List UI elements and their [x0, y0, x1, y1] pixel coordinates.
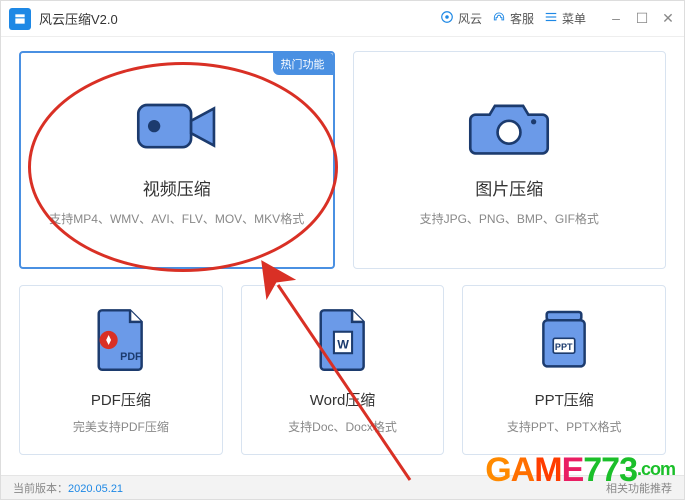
card-video-title: 视频压缩: [143, 175, 211, 200]
status-right: 相关功能推荐: [606, 480, 672, 496]
titlebar: 风云压缩V2.0 风云 客服 菜单 –: [1, 1, 684, 37]
svg-text:PDF: PDF: [120, 351, 142, 363]
menu-label: 菜单: [562, 10, 586, 27]
version-value: 2020.05.21: [68, 483, 123, 495]
minimize-button[interactable]: –: [608, 10, 624, 27]
app-title: 风云压缩V2.0: [39, 9, 440, 28]
card-ppt-compress[interactable]: PPT PPT压缩 支持PPT、PPTX格式: [462, 285, 666, 455]
maximize-button[interactable]: ☐: [634, 10, 650, 27]
video-icon: [133, 95, 221, 159]
card-ppt-sub: 支持PPT、PPTX格式: [507, 418, 622, 435]
header-right: 风云 客服 菜单 – ☐ ✕: [440, 10, 676, 27]
card-pdf-title: PDF压缩: [91, 389, 151, 410]
pdf-icon: PDF: [91, 307, 151, 373]
card-word-sub: 支持Doc、Docx格式: [288, 418, 397, 435]
card-image-compress[interactable]: 图片压缩 支持JPG、PNG、BMP、GIF格式: [353, 51, 667, 269]
version-text: 当前版本：2020.05.21: [13, 480, 123, 496]
svg-text:PPT: PPT: [555, 342, 573, 352]
card-video-sub: 支持MP4、WMV、AVI、FLV、MOV、MKV格式: [49, 210, 304, 227]
card-pdf-sub: 完美支持PDF压缩: [73, 418, 169, 435]
window-controls: – ☐ ✕: [608, 10, 676, 27]
target-icon: [440, 10, 454, 27]
statusbar: 当前版本：2020.05.21 相关功能推荐: [1, 475, 684, 499]
ppt-icon: PPT: [534, 307, 594, 373]
card-pdf-compress[interactable]: PDF PDF压缩 完美支持PDF压缩: [19, 285, 223, 455]
card-word-compress[interactable]: W Word压缩 支持Doc、Docx格式: [241, 285, 445, 455]
content-area: 热门功能 视频压缩 支持MP4、WMV、AVI、FLV、MOV、MKV格式: [1, 37, 684, 475]
card-image-title: 图片压缩: [475, 175, 543, 200]
card-ppt-title: PPT压缩: [535, 389, 594, 410]
hot-badge: 热门功能: [273, 53, 333, 75]
kefu-link[interactable]: 客服: [492, 10, 534, 27]
app-icon: [9, 8, 31, 30]
version-label: 当前版本：: [13, 483, 68, 495]
app-window: 风云压缩V2.0 风云 客服 菜单 –: [0, 0, 685, 500]
close-button[interactable]: ✕: [660, 10, 676, 27]
fengyun-label: 风云: [458, 10, 482, 27]
row-1: 热门功能 视频压缩 支持MP4、WMV、AVI、FLV、MOV、MKV格式: [19, 51, 666, 269]
fengyun-link[interactable]: 风云: [440, 10, 482, 27]
card-video-compress[interactable]: 热门功能 视频压缩 支持MP4、WMV、AVI、FLV、MOV、MKV格式: [19, 51, 335, 269]
headset-icon: [492, 10, 506, 27]
card-image-sub: 支持JPG、PNG、BMP、GIF格式: [420, 210, 599, 227]
card-word-title: Word压缩: [310, 389, 376, 410]
row-2: PDF PDF压缩 完美支持PDF压缩 W Word压缩 支持Doc、: [19, 285, 666, 455]
svg-text:W: W: [337, 337, 349, 351]
menu-icon: [544, 10, 558, 27]
menu-link[interactable]: 菜单: [544, 10, 586, 27]
kefu-label: 客服: [510, 10, 534, 27]
word-icon: W: [313, 307, 373, 373]
camera-icon: [465, 95, 553, 159]
